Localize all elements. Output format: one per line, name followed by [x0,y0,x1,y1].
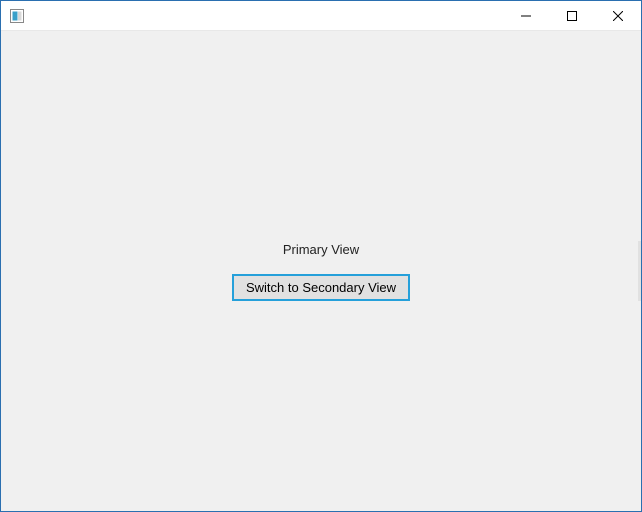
client-area: Primary View Switch to Secondary View [1,31,641,511]
switch-view-button[interactable]: Switch to Secondary View [233,275,409,300]
maximize-icon [567,11,577,21]
scrollbar[interactable] [638,241,641,301]
app-icon [9,8,25,24]
window: Primary View Switch to Secondary View [0,0,642,512]
close-button[interactable] [595,1,641,30]
close-icon [613,11,623,21]
minimize-button[interactable] [503,1,549,30]
titlebar-left [1,8,31,24]
maximize-button[interactable] [549,1,595,30]
titlebar-controls [503,1,641,30]
minimize-icon [521,11,531,21]
titlebar [1,1,641,31]
view-label: Primary View [283,242,359,257]
